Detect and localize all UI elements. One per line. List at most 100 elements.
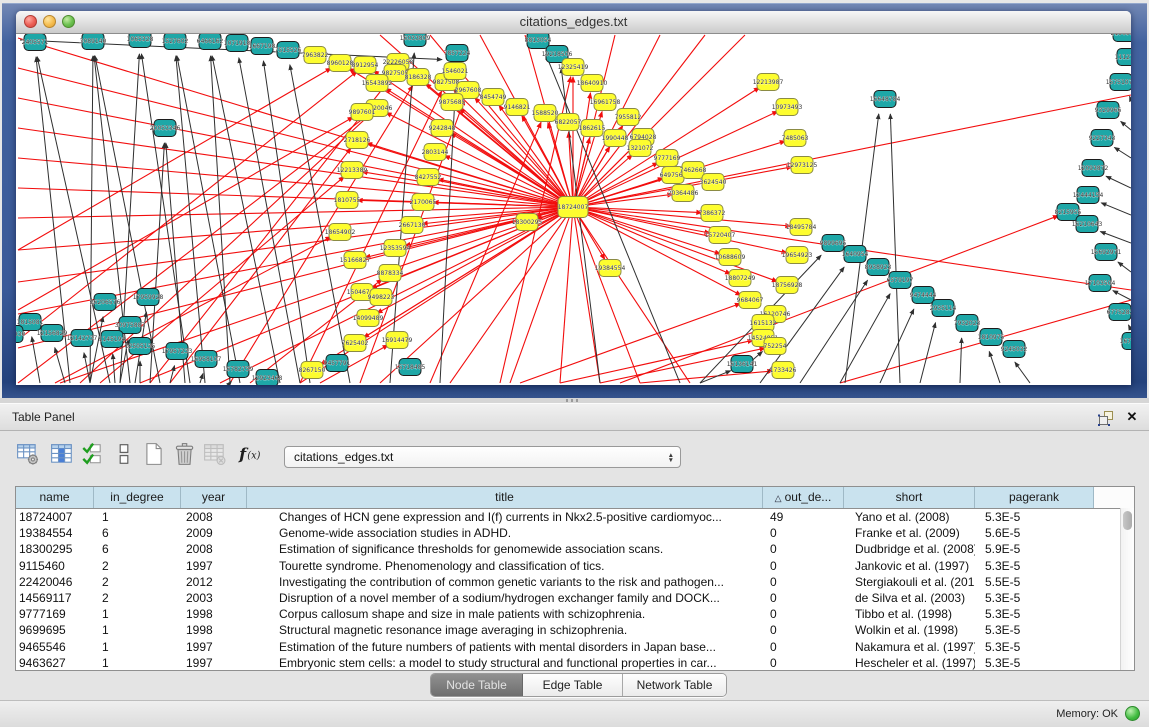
- column-header-title[interactable]: title: [247, 487, 763, 508]
- table-row[interactable]: 969969511998Structural magnetic resonanc…: [16, 622, 1134, 638]
- table-cell[interactable]: 5.9E-5: [975, 542, 1094, 556]
- select-columns-icon[interactable]: [50, 442, 74, 468]
- table-row[interactable]: 946362711997Embryonic stem cells: a mode…: [16, 655, 1134, 671]
- select-rows-icon[interactable]: [81, 442, 105, 468]
- table-row[interactable]: 1938455462009Genome-wide association stu…: [16, 525, 1134, 541]
- table-cell[interactable]: Nakamura et al. (1997): [844, 640, 975, 654]
- table-cell[interactable]: 5.5E-5: [975, 575, 1094, 589]
- table-cell[interactable]: 1998: [181, 607, 247, 621]
- table-cell[interactable]: 2: [94, 559, 181, 573]
- table-row[interactable]: 946554611997Estimation of the future num…: [16, 639, 1134, 655]
- table-cell[interactable]: 0: [763, 640, 844, 654]
- table-cell[interactable]: Tourette syndrome. Phenomenology and cla…: [247, 559, 763, 573]
- scrollbar-thumb[interactable]: [1123, 511, 1132, 530]
- table-cell[interactable]: 5.3E-5: [975, 656, 1094, 670]
- table-cell[interactable]: 0: [763, 591, 844, 605]
- table-cell[interactable]: Stergiakouli et al. (2012): [844, 575, 975, 589]
- table-cell[interactable]: 5.3E-5: [975, 591, 1094, 605]
- table-cell[interactable]: Investigating the contribution of common…: [247, 575, 763, 589]
- memory-status-icon[interactable]: [1125, 706, 1140, 721]
- table-cell[interactable]: 2012: [181, 575, 247, 589]
- column-header-in_degree[interactable]: in_degree: [94, 487, 181, 508]
- table-cell[interactable]: 6: [94, 526, 181, 540]
- table-cell[interactable]: 1: [94, 623, 181, 637]
- table-cell[interactable]: de Silva et al. (2003): [844, 591, 975, 605]
- zoom-window-icon[interactable]: [62, 15, 75, 28]
- row-height-icon[interactable]: [115, 442, 139, 468]
- table-vertical-scrollbar[interactable]: [1120, 508, 1134, 670]
- table-cell[interactable]: 0: [763, 542, 844, 556]
- column-header-short[interactable]: short: [844, 487, 975, 508]
- table-cell[interactable]: Franke et al. (2009): [844, 526, 975, 540]
- table-cell[interactable]: 14569117: [16, 591, 94, 605]
- table-cell[interactable]: 1997: [181, 640, 247, 654]
- table-cell[interactable]: 2003: [181, 591, 247, 605]
- table-row[interactable]: 911546021997Tourette syndrome. Phenomeno…: [16, 558, 1134, 574]
- table-cell[interactable]: 18300295: [16, 542, 94, 556]
- table-cell[interactable]: Estimation of significance thresholds fo…: [247, 542, 763, 556]
- table-cell[interactable]: Dudbridge et al. (2008): [844, 542, 975, 556]
- table-cell[interactable]: 0: [763, 526, 844, 540]
- table-cell[interactable]: Wolkin et al. (1998): [844, 623, 975, 637]
- table-cell[interactable]: 2009: [181, 526, 247, 540]
- table-row[interactable]: 1830029562008Estimation of significance …: [16, 541, 1134, 557]
- table-cell[interactable]: 5.3E-5: [975, 623, 1094, 637]
- table-row[interactable]: 1456911722003Disruption of a novel membe…: [16, 590, 1134, 606]
- column-header-year[interactable]: year: [181, 487, 247, 508]
- minimize-window-icon[interactable]: [43, 15, 56, 28]
- table-row[interactable]: 2242004622012Investigating the contribut…: [16, 574, 1134, 590]
- table-cell[interactable]: Disruption of a novel member of a sodium…: [247, 591, 763, 605]
- table-cell[interactable]: 5.6E-5: [975, 526, 1094, 540]
- table-cell[interactable]: 9115460: [16, 559, 94, 573]
- table-cell[interactable]: 9777169: [16, 607, 94, 621]
- delete-icon[interactable]: [172, 442, 196, 468]
- network-graph-canvas[interactable]: 2405571308914010653281527602646616210719…: [16, 34, 1131, 385]
- table-row[interactable]: 1872400712008Changes of HCN gene express…: [16, 509, 1134, 525]
- table-cell[interactable]: 9463627: [16, 656, 94, 670]
- table-cell[interactable]: 0: [763, 623, 844, 637]
- table-cell[interactable]: 2008: [181, 542, 247, 556]
- table-cell[interactable]: 0: [763, 656, 844, 670]
- function-builder-icon[interactable]: f (x): [237, 442, 261, 468]
- table-cell[interactable]: Jankovic et al. (1997): [844, 559, 975, 573]
- tab-network-table[interactable]: Network Table: [623, 674, 726, 696]
- table-cell[interactable]: 5.3E-5: [975, 559, 1094, 573]
- float-panel-icon[interactable]: [1097, 409, 1115, 427]
- table-cell[interactable]: 5.3E-5: [975, 607, 1094, 621]
- table-cell[interactable]: 5.3E-5: [975, 640, 1094, 654]
- table-cell[interactable]: Hescheler et al. (1997): [844, 656, 975, 670]
- tab-node-table[interactable]: Node Table: [431, 674, 523, 696]
- close-panel-icon[interactable]: ✕: [1124, 408, 1140, 426]
- table-cell[interactable]: 49: [763, 510, 844, 524]
- table-selector-dropdown[interactable]: citations_edges.txt ▲▼: [284, 446, 681, 468]
- table-cell[interactable]: 0: [763, 607, 844, 621]
- table-cell[interactable]: 9465546: [16, 640, 94, 654]
- table-cell[interactable]: 1: [94, 656, 181, 670]
- column-header-name[interactable]: name: [16, 487, 94, 508]
- table-settings-icon[interactable]: [16, 442, 40, 468]
- table-cell[interactable]: 22420046: [16, 575, 94, 589]
- table-cell[interactable]: 18724007: [16, 510, 94, 524]
- table-row[interactable]: 977716911998Corpus callosum shape and si…: [16, 606, 1134, 622]
- table-cell[interactable]: 6: [94, 542, 181, 556]
- close-window-icon[interactable]: [24, 15, 37, 28]
- new-table-icon[interactable]: [142, 442, 166, 468]
- table-cell[interactable]: Yano et al. (2008): [844, 510, 975, 524]
- column-header-out_de[interactable]: △out_de...: [763, 487, 844, 508]
- table-cell[interactable]: Structural magnetic resonance image aver…: [247, 623, 763, 637]
- table-cell[interactable]: 2008: [181, 510, 247, 524]
- network-window-titlebar[interactable]: citations_edges.txt: [16, 11, 1131, 34]
- table-cell[interactable]: 9699695: [16, 623, 94, 637]
- table-cell[interactable]: Estimation of the future numbers of pati…: [247, 640, 763, 654]
- table-cell[interactable]: 1: [94, 640, 181, 654]
- table-cell[interactable]: 1998: [181, 623, 247, 637]
- table-cell[interactable]: Corpus callosum shape and size in male p…: [247, 607, 763, 621]
- table-cell[interactable]: Embryonic stem cells: a model to study s…: [247, 656, 763, 670]
- table-cell[interactable]: 2: [94, 575, 181, 589]
- table-cell[interactable]: Genome-wide association studies in ADHD.: [247, 526, 763, 540]
- table-cell[interactable]: 1997: [181, 656, 247, 670]
- table-cell[interactable]: 1: [94, 510, 181, 524]
- table-cell[interactable]: Tibbo et al. (1998): [844, 607, 975, 621]
- table-cell[interactable]: 5.3E-5: [975, 510, 1094, 524]
- table-cell[interactable]: 1: [94, 607, 181, 621]
